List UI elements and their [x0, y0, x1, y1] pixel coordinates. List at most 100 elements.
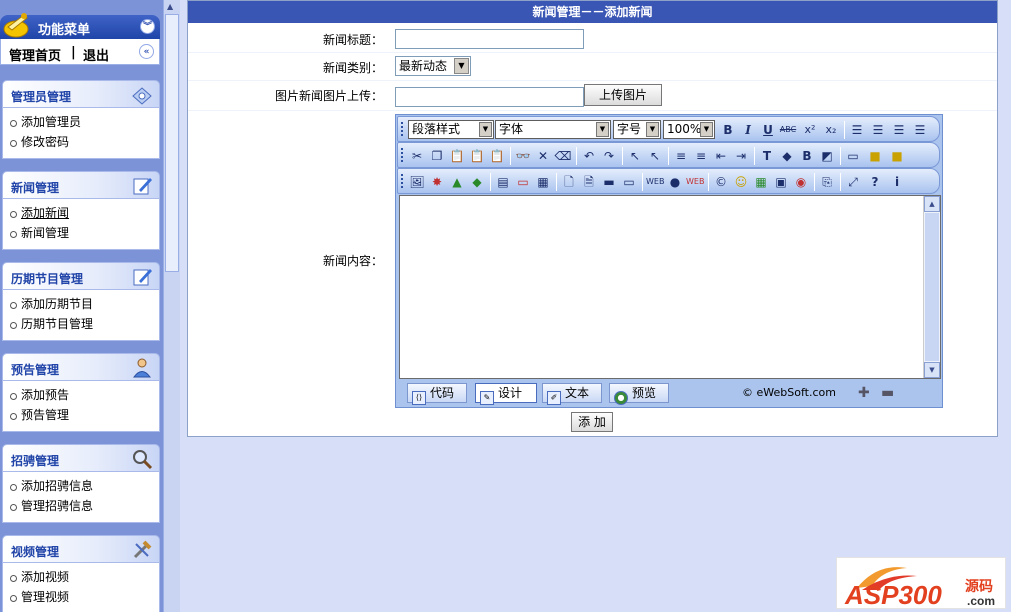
- find-icon[interactable]: 👓: [514, 147, 532, 165]
- scroll-up-icon[interactable]: ▲: [924, 196, 940, 212]
- web-link-icon[interactable]: WEB: [646, 173, 664, 191]
- insert-file-icon[interactable]: ◆: [468, 173, 486, 191]
- shrink-editor-icon[interactable]: ▬: [881, 385, 894, 401]
- bold-icon[interactable]: B: [719, 121, 737, 139]
- redo-icon[interactable]: ↷: [600, 147, 618, 165]
- logout-link[interactable]: 退出: [83, 45, 109, 64]
- menu-item-add-recruit[interactable]: 添加招骋信息: [3, 476, 159, 496]
- news-title-input[interactable]: [395, 29, 584, 49]
- superscript-icon[interactable]: x²: [801, 121, 819, 139]
- insert-hr-icon[interactable]: ▬: [600, 173, 618, 191]
- editor-scrollbar[interactable]: ▲ ▼: [923, 196, 940, 378]
- group-header[interactable]: 预告管理: [2, 353, 160, 381]
- remove-format-icon[interactable]: ◩: [818, 147, 836, 165]
- collapse-sidebar-icon[interactable]: «: [139, 44, 154, 59]
- subscript-icon[interactable]: x₂: [822, 121, 840, 139]
- menu-item-change-password[interactable]: 修改密码: [3, 132, 159, 152]
- group-header[interactable]: 招骋管理: [2, 444, 160, 472]
- expand-editor-icon[interactable]: ✚: [858, 385, 870, 401]
- group-header[interactable]: 历期节目管理: [2, 262, 160, 290]
- unlink-icon[interactable]: WEB: [686, 173, 704, 191]
- emoticon-icon[interactable]: ☺: [732, 173, 750, 191]
- menu-item-add-news[interactable]: 添加新闻: [3, 203, 159, 223]
- ordered-list-icon[interactable]: ≡: [672, 147, 690, 165]
- copy-icon[interactable]: ❐: [428, 147, 446, 165]
- mode-design-button[interactable]: ✎ 设计: [475, 383, 537, 405]
- menu-item-add-video[interactable]: 添加视频: [3, 567, 159, 587]
- group-header[interactable]: 管理员管理: [2, 80, 160, 108]
- insert-doc-icon[interactable]: 🗎: [580, 173, 598, 191]
- align-center-icon[interactable]: ☰: [869, 121, 887, 139]
- sidebar-scrollbar[interactable]: ▲: [163, 0, 180, 612]
- menu-item-manage-recruit[interactable]: 管理招骋信息: [3, 496, 159, 516]
- mode-code-button[interactable]: ⟨⟩ 代码: [407, 383, 467, 405]
- yellow-box-icon[interactable]: ■: [866, 147, 884, 165]
- chevron-down-icon[interactable]: ▼: [700, 122, 713, 137]
- upload-image-button[interactable]: 上传图片: [584, 84, 662, 106]
- about-icon[interactable]: i: [888, 173, 906, 191]
- underline-icon[interactable]: U: [759, 121, 777, 139]
- collapse-menu-icon[interactable]: ︾: [140, 19, 155, 34]
- chevron-down-icon[interactable]: ▼: [479, 122, 492, 137]
- select-all-icon[interactable]: ↖: [626, 147, 644, 165]
- paste-icon[interactable]: 📋: [448, 147, 466, 165]
- italic-icon[interactable]: I: [739, 121, 757, 139]
- globe-link-icon[interactable]: ●: [666, 173, 684, 191]
- chevron-down-icon[interactable]: ▼: [596, 122, 609, 137]
- font-color-icon[interactable]: T: [758, 147, 776, 165]
- import-icon[interactable]: ⎘: [818, 173, 836, 191]
- clock-icon[interactable]: ◉: [792, 173, 810, 191]
- menu-item-manage-preview[interactable]: 预告管理: [3, 405, 159, 425]
- scroll-up-icon[interactable]: ▲: [167, 2, 173, 11]
- submit-button[interactable]: 添 加: [571, 412, 613, 432]
- cut-icon[interactable]: ✂: [408, 147, 426, 165]
- insert-media-icon[interactable]: ▲: [448, 173, 466, 191]
- paste-text-icon[interactable]: 📋: [468, 147, 486, 165]
- excel-icon[interactable]: ▦: [752, 173, 770, 191]
- font-select[interactable]: 字体 ▼: [495, 120, 611, 139]
- home-link[interactable]: 管理首页: [9, 45, 61, 64]
- calendar-icon[interactable]: ▣: [772, 173, 790, 191]
- group-header[interactable]: 视频管理: [2, 535, 160, 563]
- scroll-track[interactable]: [925, 213, 939, 361]
- frame-icon[interactable]: ▭: [844, 147, 862, 165]
- menu-item-manage-programs[interactable]: 历期节目管理: [3, 314, 159, 334]
- editor-content-area[interactable]: ▲ ▼: [399, 195, 941, 379]
- menu-item-add-program[interactable]: 添加历期节目: [3, 294, 159, 314]
- highlight-icon[interactable]: ◆: [778, 147, 796, 165]
- align-left-icon[interactable]: ☰: [848, 121, 866, 139]
- scroll-down-icon[interactable]: ▼: [924, 362, 940, 378]
- undo-icon[interactable]: ↶: [580, 147, 598, 165]
- bullet-list-icon[interactable]: ≡: [692, 147, 710, 165]
- help-icon[interactable]: ?: [866, 173, 884, 191]
- image-path-input[interactable]: [395, 87, 584, 107]
- outdent-icon[interactable]: ⇤: [712, 147, 730, 165]
- group-header[interactable]: 新闻管理: [2, 171, 160, 199]
- insert-table-icon[interactable]: ▤: [494, 173, 512, 191]
- align-justify-icon[interactable]: ☰: [911, 121, 929, 139]
- insert-image-icon[interactable]: 🖼: [408, 173, 426, 191]
- unselect-icon[interactable]: ↖: [646, 147, 664, 165]
- paste-word-icon[interactable]: 📋: [488, 147, 506, 165]
- menu-item-add-preview[interactable]: 添加预告: [3, 385, 159, 405]
- insert-flash-icon[interactable]: ✸: [428, 173, 446, 191]
- fullscreen-icon[interactable]: ⤢: [844, 173, 862, 191]
- font-size-select[interactable]: 字号 ▼: [613, 120, 661, 139]
- insert-page-icon[interactable]: 🗋: [560, 173, 578, 191]
- mode-text-button[interactable]: ✐ 文本: [542, 383, 602, 405]
- toolbar-grip[interactable]: [401, 122, 404, 136]
- news-category-select[interactable]: 最新动态 ▼: [395, 56, 471, 76]
- mode-preview-button[interactable]: ● 预览: [609, 383, 669, 405]
- paragraph-style-select[interactable]: 段落样式 ▼: [408, 120, 494, 139]
- layer-icon[interactable]: ■: [888, 147, 906, 165]
- scroll-thumb[interactable]: [165, 14, 179, 272]
- strikethrough-icon[interactable]: ABC: [779, 121, 797, 139]
- toolbar-grip[interactable]: [401, 148, 404, 162]
- editor-copyright[interactable]: © eWebSoft.com: [742, 386, 836, 399]
- align-right-icon[interactable]: ☰: [890, 121, 908, 139]
- chevron-down-icon[interactable]: ▼: [646, 122, 659, 137]
- insert-input-icon[interactable]: ▭: [620, 173, 638, 191]
- eraser-icon[interactable]: ⌫: [554, 147, 572, 165]
- menu-item-manage-news[interactable]: 新闻管理: [3, 223, 159, 243]
- chevron-down-icon[interactable]: ▼: [454, 58, 469, 74]
